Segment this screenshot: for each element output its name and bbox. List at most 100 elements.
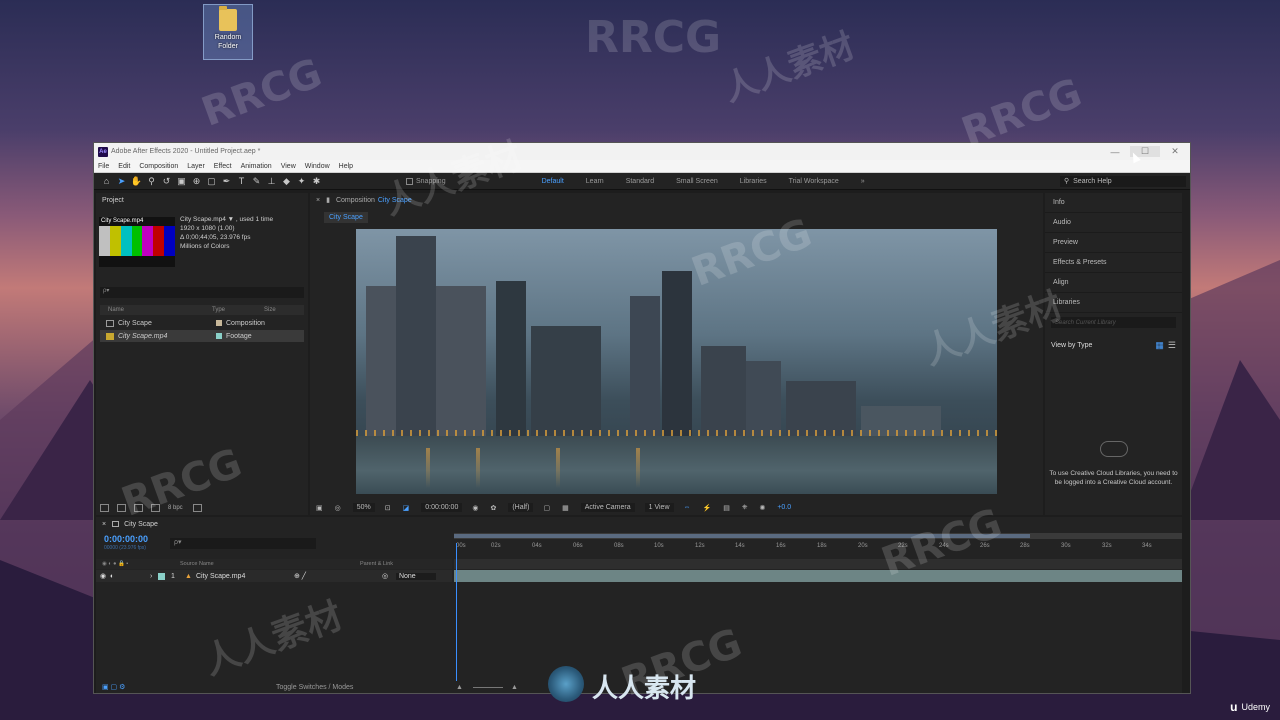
- menu-view[interactable]: View: [281, 163, 296, 170]
- panel-align[interactable]: Align: [1045, 273, 1182, 293]
- pan-behind-icon[interactable]: ⊕: [190, 175, 203, 188]
- toggle-transparency-icon[interactable]: ▦: [562, 504, 569, 512]
- brush-icon[interactable]: ✎: [250, 175, 263, 188]
- camera-dropdown[interactable]: Active Camera: [580, 503, 635, 512]
- workspace-libraries[interactable]: Libraries: [740, 178, 767, 185]
- clone-stamp-icon[interactable]: ⊥: [265, 175, 278, 188]
- view-layout-dropdown[interactable]: 1 View: [644, 503, 674, 512]
- work-area-bar[interactable]: [454, 534, 1030, 538]
- timeline-search-input[interactable]: ρ▾: [170, 538, 316, 549]
- menu-animation[interactable]: Animation: [241, 163, 272, 170]
- mask-visibility-icon[interactable]: ◎: [335, 504, 341, 512]
- panel-info[interactable]: Info: [1045, 193, 1182, 213]
- menu-file[interactable]: File: [98, 163, 109, 170]
- close-tab-icon[interactable]: ×: [102, 521, 106, 528]
- eraser-icon[interactable]: ◆: [280, 175, 293, 188]
- layer-name[interactable]: City Scape.mp4: [196, 573, 294, 580]
- col-parent-link[interactable]: Parent & Link: [360, 561, 393, 567]
- puppet-icon[interactable]: ✱: [310, 175, 323, 188]
- rectangle-icon[interactable]: ▢: [205, 175, 218, 188]
- rotate-icon[interactable]: ↺: [160, 175, 173, 188]
- grid-view-icon[interactable]: ▦: [1155, 340, 1164, 351]
- project-search-input[interactable]: ρ▾: [100, 287, 304, 298]
- trash-icon[interactable]: [192, 504, 202, 512]
- timeline-tab[interactable]: × City Scape: [96, 517, 1182, 531]
- transparency-grid-icon[interactable]: ◪: [403, 504, 410, 512]
- workspace-default[interactable]: Default: [542, 178, 564, 185]
- current-time-indicator[interactable]: [456, 543, 457, 689]
- menu-edit[interactable]: Edit: [118, 163, 130, 170]
- visibility-icon[interactable]: ◉: [96, 572, 110, 580]
- search-help-input[interactable]: ⚲ Search Help: [1060, 175, 1186, 187]
- new-folder-icon[interactable]: [117, 504, 126, 512]
- interpret-footage-icon[interactable]: [100, 504, 109, 512]
- panel-effects-presets[interactable]: Effects & Presets: [1045, 253, 1182, 273]
- col-source-name[interactable]: Source Name: [180, 561, 360, 567]
- composition-tab[interactable]: × ▮ Composition City Scape: [310, 193, 1043, 207]
- pickwhip-icon[interactable]: ◎: [382, 572, 396, 580]
- workspace-standard[interactable]: Standard: [626, 178, 654, 185]
- list-view-icon[interactable]: ☰: [1168, 340, 1176, 351]
- col-name[interactable]: Name: [100, 307, 212, 313]
- zoom-icon[interactable]: ⚲: [145, 175, 158, 188]
- new-composition-icon[interactable]: [134, 504, 143, 512]
- bpc-label[interactable]: 8 bpc: [168, 505, 183, 511]
- col-size[interactable]: Size: [264, 307, 276, 313]
- project-panel-title[interactable]: Project: [96, 193, 308, 207]
- timeline-timecode[interactable]: 0:00:00:00: [104, 534, 148, 544]
- audio-icon[interactable]: ◐: [110, 573, 150, 580]
- pen-icon[interactable]: ✒: [220, 175, 233, 188]
- workspace-trial[interactable]: Trial Workspace: [789, 178, 839, 185]
- type-icon[interactable]: T: [235, 175, 248, 188]
- project-item-footage[interactable]: City Scape.mp4 Footage: [100, 330, 304, 342]
- project-item-composition[interactable]: City Scape Composition: [100, 317, 304, 329]
- panel-libraries[interactable]: Libraries: [1045, 293, 1182, 313]
- parent-dropdown[interactable]: None: [395, 572, 436, 580]
- reset-exposure-icon[interactable]: ✺: [759, 504, 765, 512]
- adjust-settings-icon[interactable]: [151, 504, 160, 512]
- roto-brush-icon[interactable]: ✦: [295, 175, 308, 188]
- layer-switches[interactable]: ⊕ ╱: [294, 572, 382, 580]
- menu-composition[interactable]: Composition: [139, 163, 178, 170]
- layer-duration-bar[interactable]: [454, 570, 1182, 582]
- workspace-small-screen[interactable]: Small Screen: [676, 178, 718, 185]
- menu-effect[interactable]: Effect: [214, 163, 232, 170]
- layer-switches-icon[interactable]: ▣ ▢ ⚙: [96, 683, 276, 691]
- col-type[interactable]: Type: [212, 307, 264, 313]
- panel-audio[interactable]: Audio: [1045, 213, 1182, 233]
- close-tab-icon[interactable]: ×: [316, 197, 320, 204]
- home-icon[interactable]: ⌂: [100, 175, 113, 188]
- toggle-switches-modes[interactable]: Toggle Switches / Modes: [276, 684, 456, 691]
- workspace-more-icon[interactable]: »: [861, 178, 865, 185]
- view-by-type-dropdown[interactable]: View by Type: [1051, 342, 1155, 349]
- workspace-learn[interactable]: Learn: [586, 178, 604, 185]
- panel-preview[interactable]: Preview: [1045, 233, 1182, 253]
- hand-icon[interactable]: ✋: [130, 175, 143, 188]
- camera-icon[interactable]: ▣: [175, 175, 188, 188]
- zoom-in-icon[interactable]: ▲: [511, 684, 518, 691]
- av-switches-icon[interactable]: ◉ ◐ ● 🔒 ▪: [96, 561, 180, 567]
- layer-row[interactable]: ◉ ◐ › 1 ▲ City Scape.mp4 ⊕ ╱ ◎ None: [96, 570, 452, 582]
- snapping-toggle[interactable]: Snapping: [406, 177, 446, 185]
- composition-breadcrumb[interactable]: City Scape: [324, 212, 368, 223]
- menu-window[interactable]: Window: [305, 163, 330, 170]
- menu-help[interactable]: Help: [339, 163, 353, 170]
- menu-layer[interactable]: Layer: [187, 163, 205, 170]
- exposure-value[interactable]: +0.0: [777, 504, 791, 511]
- current-time[interactable]: 0:00:00:00: [421, 503, 463, 512]
- desktop-folder[interactable]: Random Folder: [203, 4, 253, 60]
- minimize-button[interactable]: —: [1100, 147, 1130, 157]
- zoom-slider[interactable]: [472, 686, 503, 688]
- region-of-interest-icon[interactable]: ▢: [543, 504, 550, 512]
- zoom-out-icon[interactable]: ▲: [456, 684, 463, 691]
- composition-viewer[interactable]: [356, 229, 997, 494]
- flowchart-icon[interactable]: ⎈: [742, 504, 748, 512]
- close-button[interactable]: ✕: [1160, 146, 1190, 157]
- fit-icon[interactable]: ⊡: [385, 504, 391, 512]
- fast-preview-icon[interactable]: ⚡: [703, 504, 712, 512]
- always-preview-icon[interactable]: ▣: [316, 504, 323, 512]
- toggle-pixel-aspect-icon[interactable]: ⇔: [684, 504, 691, 511]
- snapping-checkbox[interactable]: [406, 177, 413, 185]
- resolution-dropdown[interactable]: (Half): [508, 503, 534, 512]
- expand-icon[interactable]: ›: [150, 573, 158, 580]
